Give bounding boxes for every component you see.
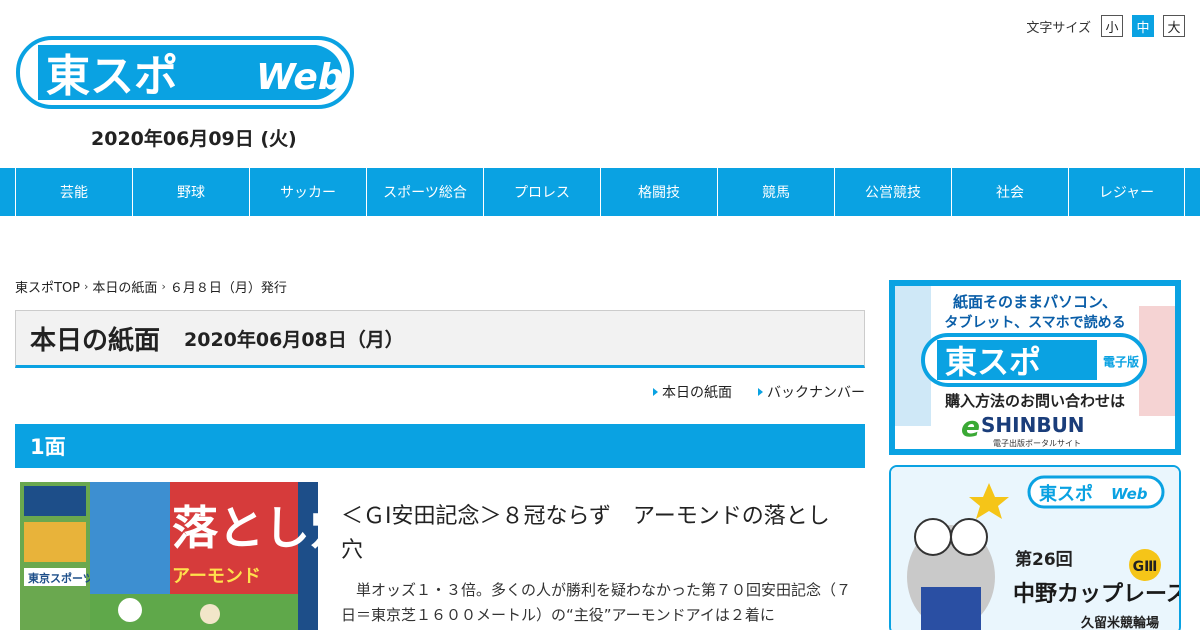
breadcrumb-today-link[interactable]: 本日の紙面: [92, 277, 157, 296]
triangle-right-icon: [653, 388, 658, 396]
font-size-control: 文字サイズ 小 中 大: [1026, 15, 1185, 37]
triangle-right-icon: [758, 388, 763, 396]
page-title-box: 本日の紙面 2020年06月08日（月）: [15, 310, 865, 368]
banner-portal-e: e: [961, 410, 980, 443]
nav-item-geinou[interactable]: 芸能: [15, 168, 132, 216]
banner-portal: SHINBUN: [981, 413, 1085, 437]
subnav-backnumber-link[interactable]: バックナンバー: [758, 382, 865, 402]
nav-item-public-racing[interactable]: 公営競技: [834, 168, 951, 216]
eshinbun-banner[interactable]: 紙面そのままパソコン、 タブレット、スマホで読める 東スポ 電子版 購入方法のお…: [889, 280, 1181, 455]
banner-brand: 東スポ: [945, 343, 1041, 381]
nav-item-society[interactable]: 社会: [951, 168, 1068, 216]
banner-cta: 購入方法のお問い合わせは: [944, 392, 1125, 410]
nav-item-sports[interactable]: スポーツ総合: [366, 168, 483, 216]
front-sub-headline: アーモンド: [172, 566, 261, 587]
nav-item-soccer[interactable]: サッカー: [249, 168, 366, 216]
banner2-round: 第26回: [1015, 549, 1073, 570]
page-date: 2020年06月08日（月）: [184, 328, 404, 351]
nav-item-baseball[interactable]: 野球: [132, 168, 249, 216]
current-date: 2020年06月09日 (火): [91, 128, 297, 150]
subnav-today-link[interactable]: 本日の紙面: [653, 382, 732, 402]
logo-web-text: Web: [256, 57, 344, 98]
banner2-logo: 東スポ: [1039, 483, 1093, 505]
paper-name: 東京スポーツ: [28, 571, 94, 585]
banner-line2: タブレット、スマホで読める: [944, 314, 1125, 331]
font-size-small-button[interactable]: 小: [1101, 15, 1123, 37]
nav-item-martial-arts[interactable]: 格闘技: [600, 168, 717, 216]
front-headline: 落とし穴: [172, 501, 318, 555]
logo-text: 東スポ: [46, 51, 178, 102]
breadcrumb-current: ６月８日（月）発行: [169, 281, 287, 296]
nakano-cup-banner[interactable]: 東スポ Web 第26回 GⅢ 中野カップレース 久留米競輪場: [889, 465, 1181, 630]
font-size-medium-button[interactable]: 中: [1132, 15, 1154, 37]
banner-line1: 紙面そのままパソコン、: [953, 293, 1117, 311]
chevron-right-icon: ›: [161, 280, 166, 293]
section-header-page1: 1面: [15, 424, 865, 468]
banner2-race: 中野カップレース: [1013, 582, 1179, 607]
category-nav: 芸能 野球 サッカー スポーツ総合 プロレス 格闘技 競馬 公営競技 社会 レジ…: [0, 168, 1200, 216]
banner2-grade: GⅢ: [1133, 559, 1158, 575]
nav-item-prowrestling[interactable]: プロレス: [483, 168, 600, 216]
page-title: 本日の紙面: [30, 325, 161, 356]
article-title[interactable]: ＜ＧⅠ安田記念＞８冠ならず アーモンドの落とし穴: [341, 500, 841, 568]
font-size-label: 文字サイズ: [1026, 20, 1091, 36]
paper-subnav: 本日の紙面 バックナンバー: [653, 382, 865, 402]
banner-brand-sub: 電子版: [1103, 354, 1139, 369]
banner-portal-desc: 電子出版ポータルサイト: [993, 438, 1081, 448]
banner2-venue: 久留米競輪場: [1081, 615, 1159, 630]
article-body: 単オッズ１・３倍。多くの人が勝利を疑わなかった第７０回安田記念（７日＝東京芝１６…: [341, 581, 852, 624]
breadcrumb-top-link[interactable]: 東スポTOP: [15, 277, 80, 296]
site-logo[interactable]: 東スポ Web: [16, 36, 354, 109]
nav-item-horse-racing[interactable]: 競馬: [717, 168, 834, 216]
breadcrumb: 東スポTOP › 本日の紙面 › ６月８日（月）発行: [15, 277, 287, 296]
font-size-large-button[interactable]: 大: [1163, 15, 1185, 37]
subnav-today-label: 本日の紙面: [662, 385, 732, 401]
chevron-right-icon: ›: [84, 280, 89, 293]
nav-item-leisure[interactable]: レジャー: [1068, 168, 1185, 216]
subnav-backnumber-label: バックナンバー: [767, 385, 865, 401]
banner2-logo-web: Web: [1111, 485, 1148, 503]
front-page-image[interactable]: 東京スポーツ 落とし穴 アーモンド: [20, 482, 318, 630]
